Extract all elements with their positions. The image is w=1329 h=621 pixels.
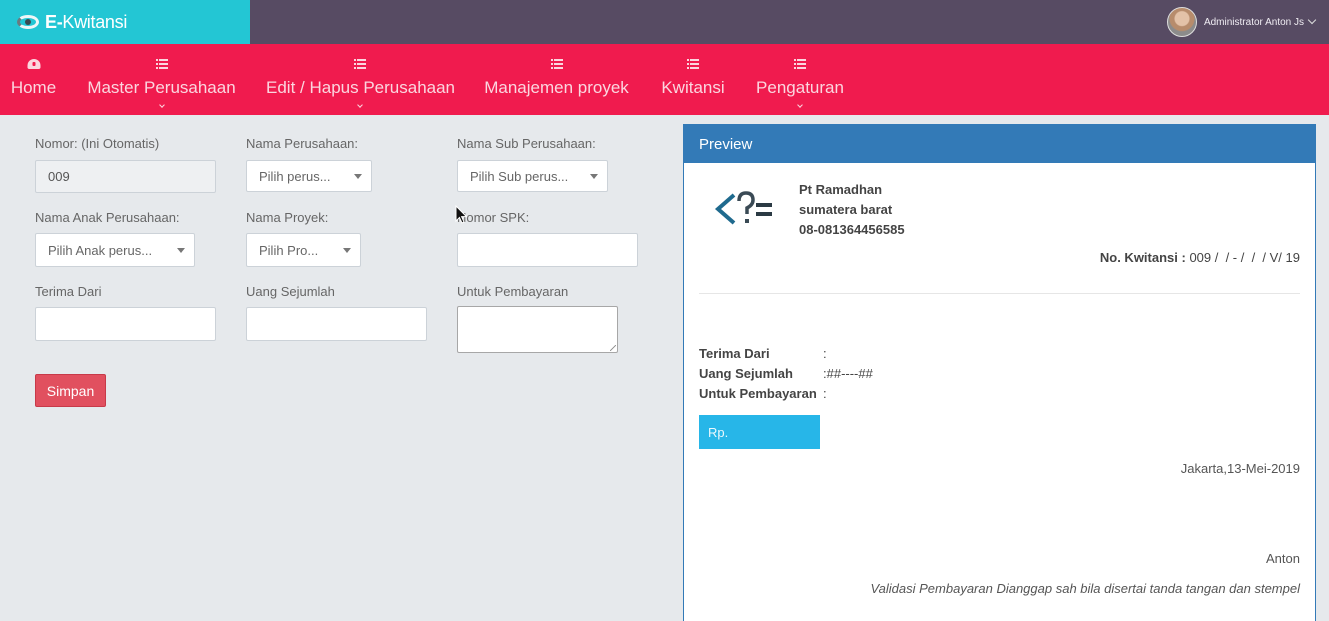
untuk-pembayaran-label: Untuk Pembayaran — [457, 284, 569, 299]
nav-manajemen-proyek-label: Manajemen proyek — [484, 78, 629, 97]
nav-master-perusahaan[interactable]: Master Perusahaan — [87, 44, 236, 115]
rp-amount-box: Rp. — [699, 415, 820, 449]
user-name: Administrator Anton Js — [1203, 16, 1304, 28]
caret-down-icon — [354, 174, 362, 179]
company-name: Pt Ramadhan — [799, 182, 883, 197]
avatar — [1166, 7, 1197, 37]
kwitansi-number-value: 009 / / - / / / V/ 19 — [1185, 250, 1300, 265]
save-button[interactable]: Simpan — [35, 374, 106, 407]
list-icon — [794, 59, 806, 69]
nav-home-label: Home — [10, 78, 57, 97]
nav-manajemen-proyek[interactable]: Manajemen proyek — [483, 44, 630, 115]
brand-title: E-Kwitansi — [45, 11, 128, 32]
proyek-selected: Pilih Pro... — [259, 242, 319, 258]
nav-kwitansi-label: Kwitansi — [661, 78, 725, 97]
spk-input[interactable] — [457, 233, 638, 267]
caret-down-icon — [177, 248, 185, 253]
preview-header: Preview — [684, 125, 1315, 163]
terima-dari-input[interactable] — [35, 307, 216, 341]
chevron-down-icon — [1307, 15, 1317, 25]
anak-perusahaan-select[interactable]: Pilih Anak perus... — [35, 233, 195, 267]
divider — [699, 293, 1300, 294]
receipt-date: Jakarta,13-Mei-2019 — [1180, 461, 1300, 476]
pv-uang-label: Uang Sejumlah — [699, 366, 793, 381]
anak-perusahaan-selected: Pilih Anak perus... — [48, 242, 153, 258]
sub-perusahaan-select[interactable]: Pilih Sub perus... — [457, 160, 608, 192]
list-icon — [687, 59, 699, 69]
nav-pengaturan[interactable]: Pengaturan — [756, 44, 844, 115]
user-menu[interactable]: Administrator Anton Js — [1166, 7, 1317, 37]
nomor-label: Nomor: (Ini Otomatis) — [35, 136, 160, 151]
uang-sejumlah-label: Uang Sejumlah — [246, 284, 335, 299]
pv-terima-value: : — [823, 346, 827, 361]
pv-uang-value: :##----## — [823, 366, 873, 381]
perusahaan-label: Nama Perusahaan: — [246, 136, 359, 151]
pv-terima-label: Terima Dari — [699, 346, 770, 361]
company-info: Pt Ramadhan sumatera barat 08-0813644565… — [799, 180, 905, 240]
list-icon — [155, 59, 168, 69]
validation-note: Validasi Pembayaran Dianggap sah bila di… — [870, 581, 1300, 596]
caret-down-icon — [158, 102, 165, 108]
uang-sejumlah-input[interactable] — [246, 307, 427, 341]
proyek-select[interactable]: Pilih Pro... — [246, 233, 361, 267]
nav-edit-hapus-perusahaan[interactable]: Edit / Hapus Perusahaan — [266, 44, 456, 115]
sub-perusahaan-selected: Pilih Sub perus... — [470, 168, 569, 184]
signer-name: Anton — [1266, 551, 1300, 566]
nomor-field: 009 — [35, 160, 216, 193]
untuk-pembayaran-textarea[interactable] — [457, 306, 618, 353]
list-icon — [353, 59, 366, 69]
pv-untuk-value: : — [823, 386, 827, 401]
nav-edit-hapus-perusahaan-label: Edit / Hapus Perusahaan — [266, 78, 456, 97]
perusahaan-select[interactable]: Pilih perus... — [246, 160, 372, 192]
resize-handle[interactable] — [610, 345, 616, 351]
nav-pengaturan-label: Pengaturan — [756, 78, 844, 97]
company-logo — [714, 191, 772, 225]
nav-kwitansi[interactable]: Kwitansi — [660, 44, 726, 115]
caret-down-icon — [797, 102, 803, 108]
company-region: sumatera barat — [799, 202, 893, 217]
terima-dari-label: Terima Dari — [35, 284, 102, 299]
caret-down-icon — [590, 174, 598, 179]
pv-untuk-label: Untuk Pembayaran — [699, 386, 817, 401]
top-bar: E-Kwitansi Administrator Anton Js — [0, 0, 1329, 44]
nav-master-perusahaan-label: Master Perusahaan — [87, 78, 236, 97]
list-icon — [550, 59, 563, 69]
kwitansi-number-label: No. Kwitansi : — [1099, 250, 1186, 265]
company-phone: 08-081364456585 — [799, 222, 905, 237]
nav-home[interactable]: Home — [10, 44, 57, 115]
preview-title: Preview — [699, 135, 753, 153]
brand[interactable]: E-Kwitansi — [0, 0, 250, 44]
main-nav: Home Master Perusahaan Edit / Hapus Peru… — [0, 44, 1329, 115]
proyek-label: Nama Proyek: — [246, 210, 329, 225]
mouse-cursor-icon — [455, 205, 468, 224]
app-logo-icon — [17, 15, 39, 29]
kwitansi-number: No. Kwitansi : 009 / / - / / / V/ 19 — [1100, 250, 1300, 265]
nomor-value: 009 — [48, 169, 70, 184]
caret-down-icon — [356, 102, 363, 108]
dashboard-icon — [27, 59, 40, 69]
anak-perusahaan-label: Nama Anak Perusahaan: — [35, 210, 180, 225]
perusahaan-selected: Pilih perus... — [259, 168, 331, 184]
sub-perusahaan-label: Nama Sub Perusahaan: — [457, 136, 596, 151]
caret-down-icon — [343, 248, 351, 253]
preview-panel: Preview Pt Ramadhan sumatera barat 08-08… — [683, 124, 1316, 621]
